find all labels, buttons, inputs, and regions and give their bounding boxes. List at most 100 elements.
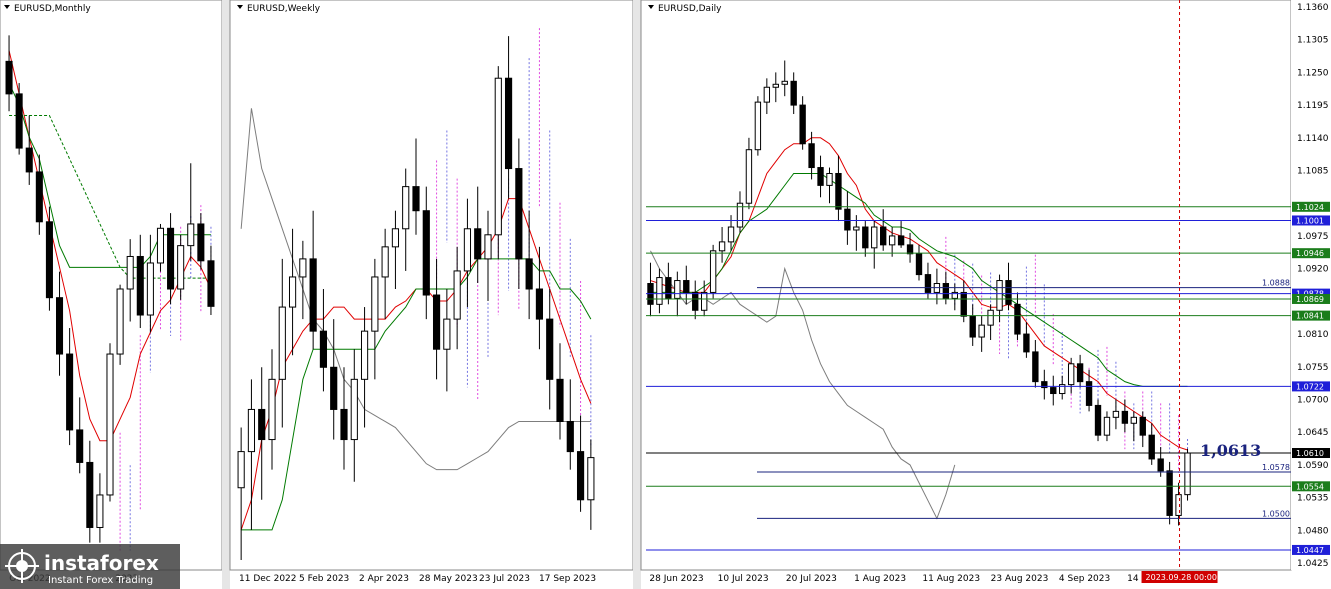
weekly-x-tick-label: 28 May 2023 [419,574,478,584]
daily-candle-body [1032,351,1039,383]
monthly-title-text: EURUSD,Monthly [14,4,91,14]
weekly-candle-body [330,366,338,410]
daily-candle-body [862,226,869,249]
monthly-candle-body [177,245,185,290]
price-callout: 1,0613 [1200,441,1261,460]
monthly-candle-body [76,429,84,463]
monthly-candle-body [187,223,195,247]
weekly-candle-body [463,228,472,272]
monthly-candle [15,83,23,155]
weekly-x-tick-label: 23 Jul 2023 [479,574,530,584]
daily-x-tick-label: 10 Jul 2023 [718,574,769,584]
daily-candle-body [978,324,985,338]
daily-candle-body [718,241,726,252]
daily-candle-body [906,244,914,255]
weekly-candle-body [453,270,461,320]
daily-candle [1166,461,1173,525]
pane-splitter[interactable] [222,0,230,589]
weekly-candle-body [371,276,379,332]
daily-candle-body [1148,434,1155,460]
daily-candle-body [871,226,878,249]
monthly-candle-body [116,288,124,355]
monthly-candle-body [136,255,144,316]
daily-candle [1094,399,1102,442]
daily-candle-body [880,226,887,246]
monthly-candle-body [146,262,154,316]
weekly-candle-body [247,408,256,453]
daily-price-label: 1.0554 [1296,482,1324,491]
daily-candle-body [763,86,771,103]
daily-y-tick-label: 1.0920 [1297,265,1329,275]
daily-x-tick-label: 4 Sep 2023 [1059,574,1110,584]
weekly-candle-body [278,306,286,380]
daily-candle-body [1175,494,1182,516]
monthly-candle-body [86,461,94,528]
weekly-candle-body [494,77,502,236]
daily-candle-body [1050,387,1057,395]
weekly-candle-body [474,228,482,260]
daily-candle-body [996,280,1003,311]
daily-title: EURUSD,Daily [648,4,722,14]
weekly-candle-body [587,457,595,501]
weekly-candle-body [535,288,544,320]
weekly-title: EURUSD,Weekly [237,4,321,14]
watermark-name: instaforex [44,551,159,575]
daily-candle-body [915,253,923,276]
daily-candle-body [1157,458,1164,472]
daily-pane[interactable] [640,0,1292,571]
daily-candle-body [781,80,788,85]
monthly-candle-body [156,227,165,264]
monthly-candle-body [197,223,205,262]
daily-candle-body [1005,280,1012,305]
daily-candle-body [799,104,806,145]
daily-y-tick-label: 1.0700 [1297,395,1329,405]
daily-candle-body [1121,410,1129,424]
weekly-candle-body [381,246,389,278]
daily-candle [754,96,762,156]
monthly-candle-body [126,255,134,290]
daily-y-tick-label: 1.0810 [1297,330,1329,340]
daily-fib-label: 1.0500 [1262,509,1290,518]
weekly-candle-body [566,420,574,453]
monthly-candle-body [96,494,104,528]
daily-candle-body [745,149,753,204]
daily-candle-body [924,274,932,293]
daily-candle-body [987,309,994,326]
weekly-candle-body [340,408,348,441]
daily-price-label: 1.0841 [1296,312,1324,321]
pane-splitter[interactable] [633,0,641,589]
daily-candle-body [817,167,824,186]
monthly-candle-body [55,297,64,355]
monthly-candle-body [167,227,175,290]
daily-y-tick-label: 1.0480 [1297,526,1329,536]
monthly-candle-body [66,353,74,431]
daily-candle-body [1085,381,1093,406]
daily-candle-body [1076,363,1084,383]
daily-candle-body [1014,303,1021,335]
weekly-candle-body [309,258,317,332]
monthly-candle-body [15,93,23,149]
daily-candle-body [656,277,663,305]
chart-workspace: Oct 20222023 11 Dec 20225 Feb 20232 Apr … [0,0,1331,589]
daily-x-tick-label: 28 Jun 2023 [649,574,703,584]
weekly-candle-body [258,408,266,441]
weekly-x-tick-label: 11 Dec 2022 [239,574,297,584]
weekly-candle-body [515,168,523,260]
weekly-candle-body [422,210,430,296]
daily-y-tick-label: 1.0425 [1297,559,1329,569]
daily-y-tick-label: 1.1140 [1297,134,1329,144]
weekly-candle-body [299,258,307,278]
daily-y-tick-label: 1.0975 [1297,232,1329,242]
daily-candle-body [1094,404,1102,436]
daily-y-tick-label: 1.1305 [1297,36,1329,46]
daily-candle-body [853,226,860,231]
weekly-candle-body [525,258,533,290]
daily-candle-body [754,101,762,151]
daily-candle-body [665,277,672,299]
daily-candle-body [1023,333,1030,353]
daily-y-tick-label: 1.1360 [1297,3,1329,13]
daily-price-label: 1.0447 [1296,546,1324,555]
daily-candle-body [826,172,833,186]
daily-candle-body [1184,452,1191,496]
daily-price-label: 1.0722 [1296,382,1324,391]
